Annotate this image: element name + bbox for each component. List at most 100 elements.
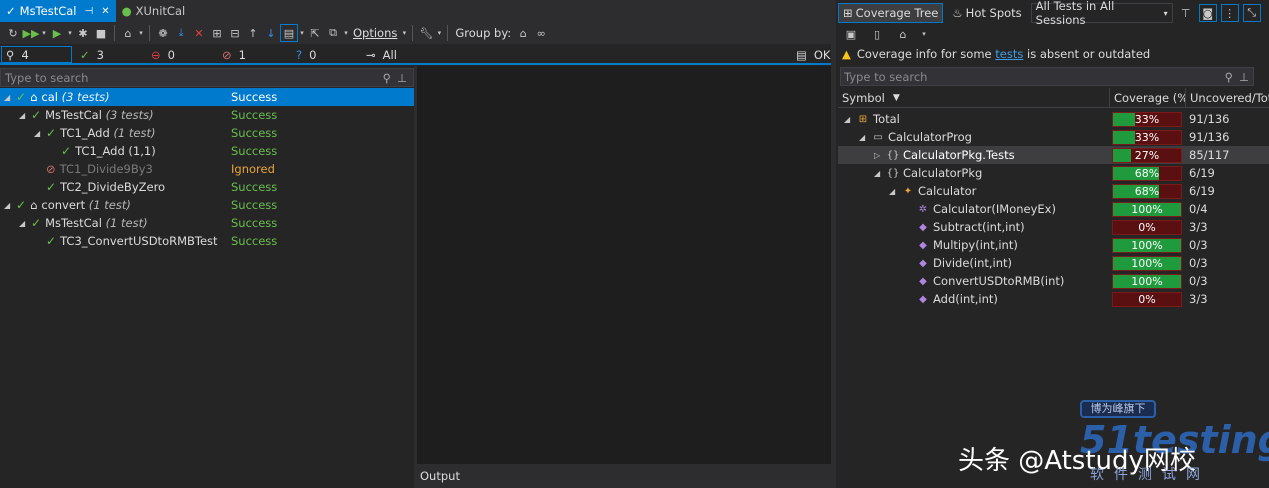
test-tree-row[interactable]: ◢ ✓ MsTestCal (3 tests) Success bbox=[0, 106, 414, 124]
dropdown-arrow-icon[interactable]: ▾ bbox=[342, 24, 350, 42]
coverage-actions: ▣ ▯ ⌂ ▾ bbox=[838, 24, 1269, 44]
dropdown-arrow-icon[interactable]: ▾ bbox=[40, 24, 48, 42]
paw-icon[interactable]: ❁ bbox=[154, 24, 172, 42]
dropdown-arrow-icon[interactable]: ▾ bbox=[298, 24, 306, 42]
run-all-icon[interactable]: ▶▶ bbox=[22, 24, 40, 42]
tests-link[interactable]: tests bbox=[995, 47, 1023, 61]
coverage-bar: 33% bbox=[1112, 111, 1182, 127]
separator bbox=[114, 25, 115, 41]
tag-icon[interactable]: ⌂ bbox=[894, 25, 912, 43]
coverage-tree-button[interactable]: ⊞ Coverage Tree bbox=[838, 3, 944, 23]
dropdown-arrow-icon[interactable]: ▾ bbox=[400, 24, 408, 42]
pin-icon[interactable]: ⊥ bbox=[1239, 70, 1249, 84]
expand-arrow-icon[interactable]: ▷ bbox=[874, 151, 884, 160]
layout-icon[interactable]: ▤ bbox=[280, 24, 298, 42]
download-icon[interactable]: ⤓ bbox=[172, 24, 190, 42]
filter-passed[interactable]: ✓ 3 bbox=[80, 46, 104, 63]
tag-icon[interactable]: ⌂ bbox=[514, 24, 532, 42]
dropdown-arrow-icon[interactable]: ▾ bbox=[920, 25, 928, 43]
filter-all[interactable]: ⊸ All bbox=[366, 46, 397, 63]
coverage-row[interactable]: ◢ ✦ Calculator 68% 6/19 bbox=[838, 182, 1269, 200]
close-icon[interactable]: ✕ bbox=[101, 6, 109, 17]
sessions-select[interactable]: All Tests in All Sessions ▾ bbox=[1030, 0, 1173, 27]
link-icon[interactable]: ∞ bbox=[532, 24, 550, 42]
dropdown-arrow-icon[interactable]: ▾ bbox=[435, 24, 443, 42]
coverage-row[interactable]: ◆ Divide(int,int) 100% 0/3 bbox=[838, 254, 1269, 272]
test-search-input[interactable]: Type to search ⚲ ⊥ bbox=[0, 68, 414, 87]
uncovered-column-header[interactable]: Uncovered/Total bbox=[1186, 88, 1269, 108]
test-tree-row[interactable]: ✓ TC1_Add (1,1) Success bbox=[0, 142, 414, 160]
debug-icon[interactable]: ✱ bbox=[74, 24, 92, 42]
dropdown-arrow-icon[interactable]: ▾ bbox=[66, 24, 74, 42]
filter-icon[interactable]: ⊤ bbox=[1177, 4, 1195, 22]
coverage-label: 100% bbox=[1131, 274, 1163, 288]
output-ok[interactable]: ▤ OK bbox=[796, 46, 830, 63]
export-icon[interactable]: ⇱ bbox=[306, 24, 324, 42]
failed-count: 0 bbox=[167, 47, 175, 62]
expand-arrow-icon[interactable]: ◢ bbox=[874, 169, 884, 178]
test-tree-row[interactable]: ◢ ✓ ⌂ convert (1 test) Success bbox=[0, 196, 414, 214]
coverage-row[interactable]: ◆ Subtract(int,int) 0% 3/3 bbox=[838, 218, 1269, 236]
test-name: TC1_Add bbox=[60, 126, 110, 140]
search-options-icon[interactable]: ⚲ bbox=[1225, 70, 1233, 84]
test-tree-row[interactable]: ◢ ✓ MsTestCal (1 test) Success bbox=[0, 214, 414, 232]
search-options-icon[interactable]: ⚲ bbox=[383, 71, 391, 85]
tab-xunitcal[interactable]: ● XUnitCal bbox=[116, 0, 192, 22]
coverage-row[interactable]: ◢ ▭ CalculatorProg 33% 91/136 bbox=[838, 128, 1269, 146]
expand-arrow-icon[interactable]: ◢ bbox=[844, 115, 854, 124]
pin-icon[interactable]: ⊣ bbox=[84, 6, 93, 17]
remove-icon[interactable]: ✕ bbox=[190, 24, 208, 42]
coverage-row[interactable]: ◢ ⊞ Total 33% 91/136 bbox=[838, 110, 1269, 128]
expand-arrow-icon[interactable]: ◢ bbox=[4, 93, 14, 102]
delete-icon[interactable]: ▯ bbox=[868, 25, 886, 43]
output-tab[interactable]: Output bbox=[417, 464, 831, 488]
filter-failed[interactable]: ⊖ 0 bbox=[151, 46, 175, 63]
test-tree-row[interactable]: ◢ ✓ TC1_Add (1 test) Success bbox=[0, 124, 414, 142]
expand-arrow-icon[interactable]: ◢ bbox=[19, 111, 29, 120]
test-tree-row[interactable]: ◢ ✓ ⌂ cal (3 tests) Success bbox=[0, 88, 414, 106]
hot-spots-button[interactable]: ♨ Hot Spots bbox=[947, 3, 1026, 23]
tab-mstestcal[interactable]: ✓ MsTestCal ⊣ ✕ bbox=[0, 0, 116, 22]
coverage-row[interactable]: ▷{} CalculatorPkg.Tests 27% 85/117 bbox=[838, 146, 1269, 164]
sessions-select-value: All Tests in All Sessions bbox=[1035, 0, 1115, 27]
run-icon[interactable]: ▶ bbox=[48, 24, 66, 42]
coverage-row[interactable]: ✲ Calculator(IMoneyEx) 100% 0/4 bbox=[838, 200, 1269, 218]
test-tree-row[interactable]: ✓ TC2_DivideByZero Success bbox=[0, 178, 414, 196]
filter-inconclusive[interactable]: ? 0 bbox=[296, 46, 316, 63]
test-name: MsTestCal bbox=[45, 216, 102, 230]
expand-arrow-icon[interactable]: ◢ bbox=[34, 129, 44, 138]
save-icon[interactable]: ▣ bbox=[842, 25, 860, 43]
coverage-search-input[interactable]: Type to search ⚲ ⊥ bbox=[840, 67, 1254, 86]
collapse-all-icon[interactable]: ⊟ bbox=[226, 24, 244, 42]
pin-icon[interactable]: ⊥ bbox=[397, 71, 407, 85]
options-menu[interactable]: Options bbox=[350, 26, 400, 40]
coverage-column-header[interactable]: Coverage (%) bbox=[1110, 87, 1186, 108]
filter-total[interactable]: ⚲ 4 bbox=[1, 46, 72, 63]
expand-arrow-icon[interactable]: ◢ bbox=[4, 201, 14, 210]
symbol-column-header[interactable]: Symbol ▼ bbox=[838, 87, 1110, 108]
expand-arrow-icon[interactable]: ◢ bbox=[19, 219, 29, 228]
show-source-icon[interactable]: ⤡ bbox=[1242, 4, 1261, 22]
expand-arrow-icon[interactable]: ◢ bbox=[889, 187, 899, 196]
expand-all-icon[interactable]: ⊞ bbox=[208, 24, 226, 42]
refresh-icon[interactable]: ↻ bbox=[4, 24, 22, 42]
up-arrow-icon[interactable]: ↑ bbox=[244, 24, 262, 42]
sort-icon[interactable]: ⋮ bbox=[1220, 4, 1239, 22]
test-tree-row[interactable]: ⊘ TC1_Divide9By3 Ignored bbox=[0, 160, 414, 178]
uncovered-value: 0/3 bbox=[1189, 238, 1208, 252]
coverage-row[interactable]: ◆ Multipy(int,int) 100% 0/3 bbox=[838, 236, 1269, 254]
stop-icon[interactable]: ■ bbox=[92, 24, 110, 42]
wrench-icon[interactable]: 🔧︎ bbox=[417, 24, 435, 42]
expand-arrow-icon[interactable]: ◢ bbox=[859, 133, 869, 142]
symbol-name: Subtract(int,int) bbox=[933, 220, 1025, 234]
highlight-icon[interactable]: ◙ bbox=[1198, 4, 1217, 22]
coverage-row[interactable]: ◢{} CalculatorPkg 68% 6/19 bbox=[838, 164, 1269, 182]
test-tree-row[interactable]: ✓ TC3_ConvertUSDtoRMBTest Success bbox=[0, 232, 414, 250]
dropdown-arrow-icon[interactable]: ▾ bbox=[137, 24, 145, 42]
open-icon[interactable]: ⧉ bbox=[324, 24, 342, 42]
coverage-row[interactable]: ◆ ConvertUSDtoRMB(int) 100% 0/3 bbox=[838, 272, 1269, 290]
filter-tag-icon[interactable]: ⌂ bbox=[119, 24, 137, 42]
filter-ignored[interactable]: ⊘ 1 bbox=[222, 46, 246, 63]
down-arrow-icon[interactable]: ↓ bbox=[262, 24, 280, 42]
coverage-row[interactable]: ◆ Add(int,int) 0% 3/3 bbox=[838, 290, 1269, 308]
